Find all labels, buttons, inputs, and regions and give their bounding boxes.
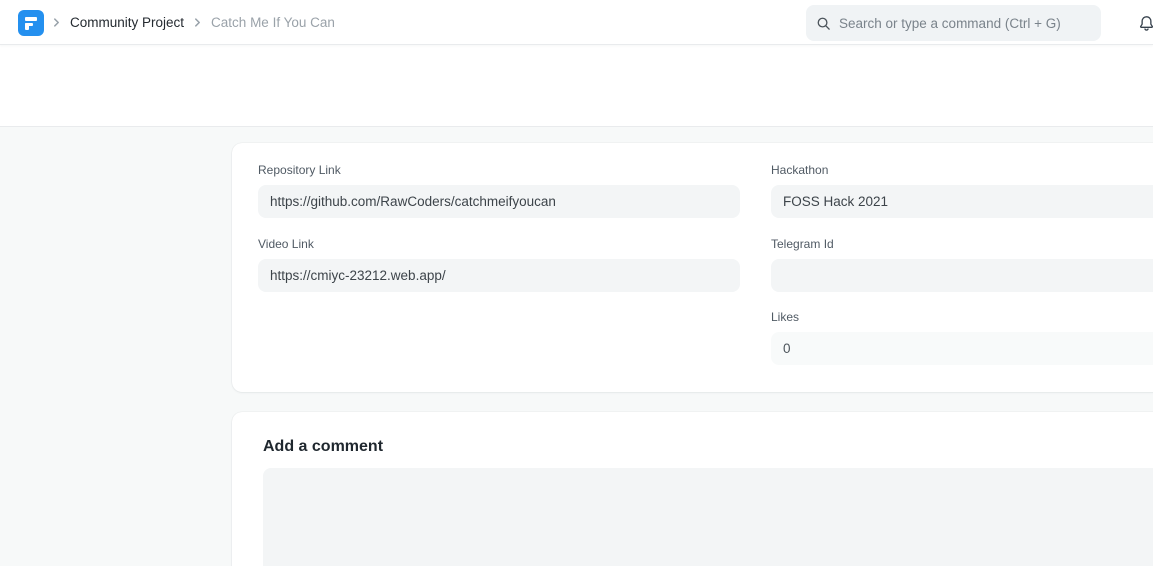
logo-glyph [25, 17, 37, 21]
form-section-card: Repository Link Hackathon Video Link Tel… [232, 143, 1153, 392]
hackathon-input[interactable] [771, 185, 1153, 218]
frappe-logo[interactable] [18, 10, 44, 36]
telegram-id-input[interactable] [771, 259, 1153, 292]
chevron-right-icon [193, 18, 202, 27]
field-label: Video Link [258, 237, 740, 251]
comment-input[interactable] [263, 468, 1153, 566]
field-hackathon: Hackathon [771, 163, 1153, 218]
breadcrumb: Community Project Catch Me If You Can [52, 0, 335, 45]
field-telegram-id: Telegram Id [771, 237, 1153, 292]
likes-input [771, 332, 1153, 365]
field-label: Repository Link [258, 163, 740, 177]
field-label: Telegram Id [771, 237, 1153, 251]
field-video-link: Video Link [258, 237, 740, 292]
global-search[interactable] [806, 5, 1101, 41]
field-likes: Likes [771, 310, 1153, 365]
search-input[interactable] [839, 16, 1091, 31]
comment-section-card: Add a comment [232, 412, 1153, 566]
breadcrumb-item-current[interactable]: Catch Me If You Can [211, 15, 335, 30]
main-content: Repository Link Hackathon Video Link Tel… [0, 128, 1153, 566]
field-label: Hackathon [771, 163, 1153, 177]
video-link-input[interactable] [258, 259, 740, 292]
field-repository-link: Repository Link [258, 163, 740, 218]
field-label: Likes [771, 310, 1153, 324]
navbar: Community Project Catch Me If You Can [0, 0, 1153, 45]
notification-bell-icon[interactable] [1134, 11, 1153, 35]
comment-section-heading: Add a comment [263, 438, 383, 456]
repository-link-input[interactable] [258, 185, 740, 218]
search-icon [816, 16, 831, 31]
chevron-right-icon [52, 18, 61, 27]
page-head [0, 45, 1153, 127]
breadcrumb-item-community-project[interactable]: Community Project [70, 15, 184, 30]
